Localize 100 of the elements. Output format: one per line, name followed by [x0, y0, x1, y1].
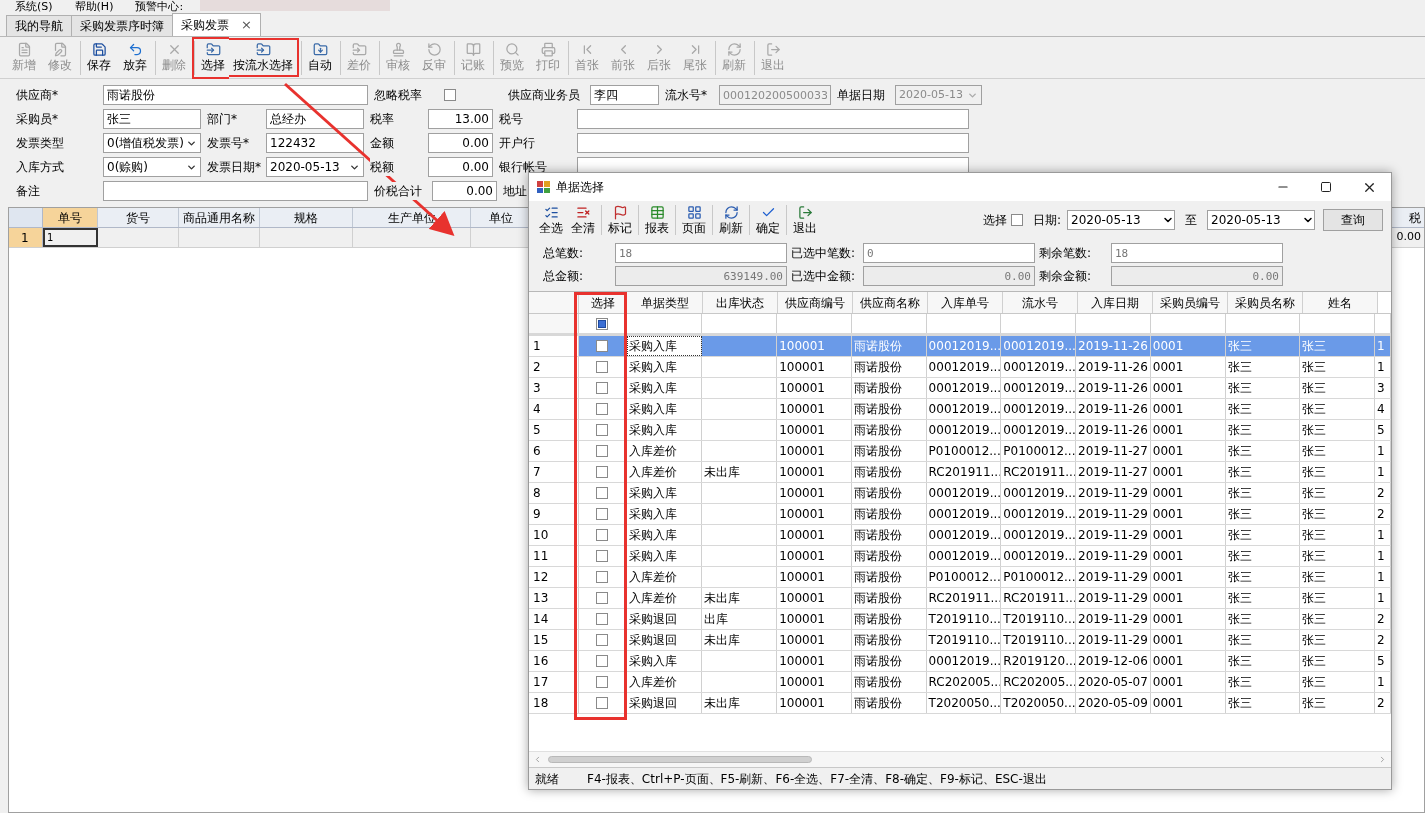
summary-field[interactable]: 639149.00	[615, 266, 787, 286]
maximize-icon[interactable]	[1320, 181, 1332, 193]
text-field[interactable]: 张三	[103, 109, 201, 129]
summary-field[interactable]: 18	[1111, 243, 1283, 263]
table-row[interactable]: 11 采购入库 100001 雨诺股份 00012019... 00012019... 2019-11-29 0001 张三 张三 1	[529, 546, 1391, 567]
table-row[interactable]: 16 采购入库 100001 雨诺股份 00012019... R2019120...2019-12-06 0001 张三 张三 5	[529, 651, 1391, 672]
column-header[interactable]: 供应商编号	[778, 292, 853, 313]
checkbox[interactable]	[596, 382, 609, 394]
table-row[interactable]: 3 采购入库 100001 雨诺股份 00012019... 00012019... 2019-11-26 0001 张三 张三 3	[529, 378, 1391, 399]
text-field[interactable]: 总经办	[266, 109, 364, 129]
column-header[interactable]: 采购员编号	[1153, 292, 1228, 313]
checkbox[interactable]	[596, 466, 609, 478]
table-row[interactable]: 15 采购退回 未出库 100001 雨诺股份 T2019110... T2019110... 2019-11-29 0001 张三 张三 2	[529, 630, 1391, 651]
toolbar-button[interactable]: 自动	[299, 36, 338, 79]
column-header[interactable]: 单号	[43, 208, 98, 227]
checkbox[interactable]	[596, 361, 609, 373]
checkbox[interactable]	[1010, 214, 1023, 226]
summary-field[interactable]: 0.00	[863, 266, 1035, 286]
column-header[interactable]: 商品通用名称	[179, 208, 260, 227]
text-field[interactable]	[103, 181, 368, 201]
tab[interactable]: 采购发票 ×	[172, 13, 261, 36]
table-row[interactable]: 18 采购退回 未出库 100001 雨诺股份 T2020050... T2020050... 2020-05-09 0001 张三 张三 2	[529, 693, 1391, 714]
checkbox[interactable]	[596, 529, 609, 541]
summary-field[interactable]: 0.00	[1111, 266, 1283, 286]
table-row[interactable]: 6 入库差价 100001 雨诺股份 P0100012... P0100012... 2019-11-27 0001 张三 张三 1	[529, 441, 1391, 462]
tab[interactable]: 采购发票序时簿	[71, 15, 173, 36]
table-row[interactable]: 10 采购入库 100001 雨诺股份 00012019... 00012019... 2019-11-29 0001 张三 张三 1	[529, 525, 1391, 546]
menu-item[interactable]: 系统(S)	[15, 1, 53, 13]
column-header[interactable]: 姓名	[1303, 292, 1378, 313]
column-header[interactable]: 规格	[260, 208, 353, 227]
checkbox[interactable]	[596, 487, 609, 499]
checkbox[interactable]	[596, 571, 609, 583]
column-header[interactable]: 出库状态	[703, 292, 778, 313]
checkbox[interactable]	[596, 317, 609, 330]
column-header[interactable]: 供应商名称	[853, 292, 928, 313]
toolbar-button[interactable]: 按流水选择	[229, 38, 299, 77]
horizontal-scrollbar[interactable]	[529, 751, 1391, 767]
table-row[interactable]: 1 采购入库 100001 雨诺股份 00012019... 00012019... 2019-11-26 0001 张三 张三 1	[529, 336, 1391, 357]
number-field[interactable]: 0.00	[428, 133, 493, 153]
column-header[interactable]: 入库单号	[928, 292, 1003, 313]
text-field[interactable]: 雨诺股份	[103, 85, 368, 105]
number-field[interactable]: 0.00	[432, 181, 497, 201]
toolbar-button[interactable]: 选择	[192, 36, 229, 79]
text-field[interactable]: 李四	[590, 85, 659, 105]
toolbar-button[interactable]: 放弃	[117, 38, 153, 77]
menu-item[interactable]: 预警中心:	[135, 1, 184, 13]
checkbox[interactable]	[596, 424, 609, 436]
dropdown[interactable]: 0(赊购)	[103, 157, 201, 177]
toolbar-button[interactable]: 全清	[567, 204, 599, 236]
text-field[interactable]	[577, 133, 969, 153]
checkbox[interactable]	[444, 89, 456, 101]
text-field[interactable]: 122432	[266, 133, 364, 153]
date-dropdown[interactable]: 2020-05-13	[1067, 210, 1175, 230]
checkbox[interactable]	[596, 550, 609, 562]
scroll-left-icon[interactable]	[533, 755, 542, 764]
toolbar-button[interactable]: 标记	[604, 204, 636, 236]
toolbar-button[interactable]: 报表	[641, 204, 673, 236]
toolbar-button[interactable]: 退出	[789, 204, 821, 236]
column-header[interactable]: 采购员名称	[1228, 292, 1303, 313]
text-field[interactable]	[577, 109, 969, 129]
checkbox[interactable]	[596, 676, 609, 688]
column-header[interactable]: 货号	[98, 208, 179, 227]
table-row[interactable]: 12 入库差价 100001 雨诺股份 P0100012... P0100012... 2019-11-29 0001 张三 张三 1	[529, 567, 1391, 588]
column-header[interactable]: 流水号	[1003, 292, 1078, 313]
toolbar-button[interactable]: 刷新	[715, 204, 747, 236]
toolbar-button[interactable]: 确定	[752, 204, 784, 236]
column-header[interactable]: 税	[1392, 208, 1424, 227]
scroll-thumb[interactable]	[548, 756, 812, 763]
summary-field[interactable]: 18	[615, 243, 787, 263]
close-icon[interactable]: ×	[241, 15, 252, 35]
date-dropdown[interactable]: 2020-05-13	[1207, 210, 1315, 230]
query-button[interactable]: 查询	[1323, 209, 1383, 231]
column-header[interactable]: 单据类型	[627, 292, 703, 313]
menu-item[interactable]: 帮助(H)	[74, 1, 114, 13]
checkbox[interactable]	[596, 655, 609, 667]
toolbar-button[interactable]: 页面	[678, 204, 710, 236]
number-field[interactable]: 0.00	[428, 157, 493, 177]
table-row[interactable]: 14 采购退回 出库 100001 雨诺股份 T2019110... T2019110... 2019-11-29 0001 张三 张三 2	[529, 609, 1391, 630]
checkbox[interactable]	[596, 697, 609, 709]
table-row[interactable]: 13 入库差价 未出库 100001 雨诺股份 RC201911...RC201911...2019-11-29 0001 张三 张三 1	[529, 588, 1391, 609]
table-row[interactable]: 9 采购入库 100001 雨诺股份 00012019... 00012019... 2019-11-29 0001 张三 张三 2	[529, 504, 1391, 525]
dropdown[interactable]: 2020-05-13	[266, 157, 364, 177]
summary-field[interactable]: 0	[863, 243, 1035, 263]
dropdown[interactable]: 0(增值税发票)	[103, 133, 201, 153]
table-row[interactable]: 17 入库差价 100001 雨诺股份 RC202005...RC202005...2020-05-07 0001 张三 张三 1	[529, 672, 1391, 693]
checkbox[interactable]	[596, 613, 609, 625]
table-row[interactable]: 8 采购入库 100001 雨诺股份 00012019... 00012019... 2019-11-29 0001 张三 张三 2	[529, 483, 1391, 504]
number-field[interactable]: 13.00	[428, 109, 493, 129]
table-row[interactable]: 5 采购入库 100001 雨诺股份 00012019... 00012019... 2019-11-26 0001 张三 张三 5	[529, 420, 1391, 441]
table-row[interactable]: 2 采购入库 100001 雨诺股份 00012019... 00012019... 2019-11-26 0001 张三 张三 1	[529, 357, 1391, 378]
table-row[interactable]: 4 采购入库 100001 雨诺股份 00012019... 00012019... 2019-11-26 0001 张三 张三 4	[529, 399, 1391, 420]
checkbox[interactable]	[596, 634, 609, 646]
toolbar-button[interactable]: 保存	[78, 36, 117, 79]
toolbar-button[interactable]: 全选	[535, 204, 567, 236]
checkbox[interactable]	[596, 340, 609, 352]
tab[interactable]: 我的导航	[6, 15, 72, 36]
table-row[interactable]: 7 入库差价 未出库 100001 雨诺股份 RC201911...RC201911...2019-11-27 0001 张三 张三 1	[529, 462, 1391, 483]
column-header[interactable]: 入库日期	[1078, 292, 1153, 313]
checkbox[interactable]	[596, 508, 609, 520]
scroll-right-icon[interactable]	[1378, 755, 1387, 764]
